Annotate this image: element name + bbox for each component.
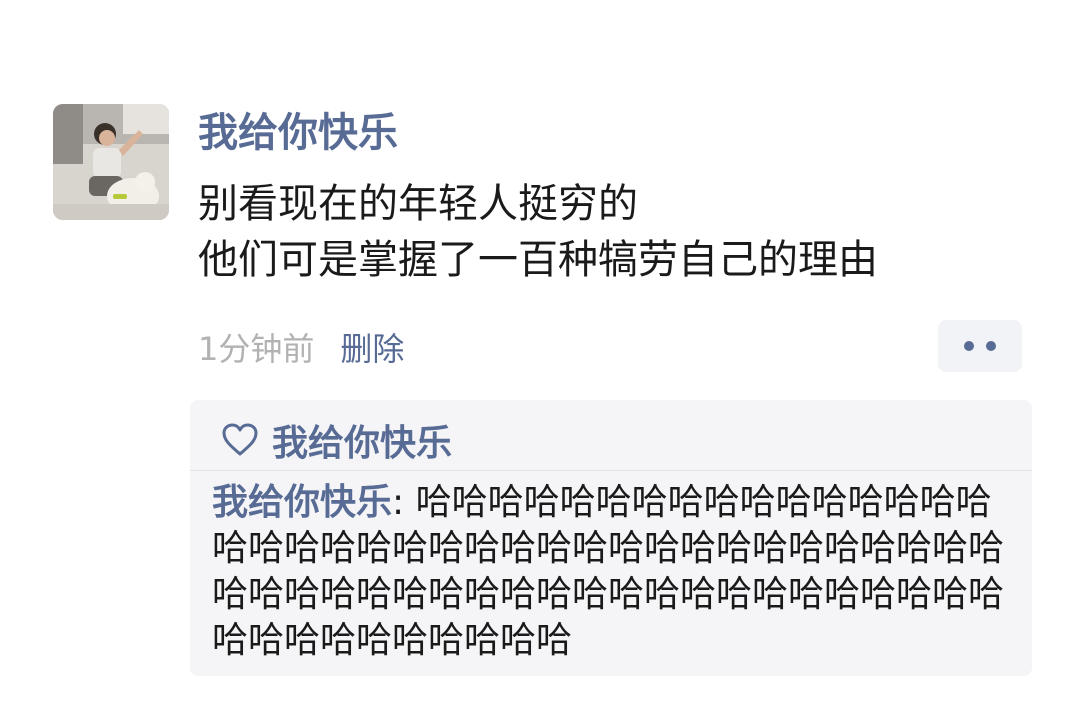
comment-author[interactable]: 我给你快乐 [212,482,392,523]
feedback-panel: 我给你快乐 我给你快乐: 哈哈哈哈哈哈哈哈哈哈哈哈哈哈哈哈哈哈哈哈哈哈哈哈哈哈哈… [190,400,1032,676]
more-dots-icon [964,341,974,351]
comment-separator: : [392,482,416,523]
delete-button[interactable]: 删除 [340,324,404,370]
liker-name[interactable]: 我给你快乐 [272,414,452,466]
avatar-photo [53,104,169,220]
more-dots-icon [986,341,996,351]
heart-outline-icon [222,423,258,456]
more-actions-button[interactable] [938,320,1022,372]
avatar[interactable] [53,104,169,220]
post-content: 别看现在的年轻人挺穷的 他们可是掌握了一百种犒劳自己的理由 [198,176,1018,288]
post-content-line: 别看现在的年轻人挺穷的 [198,181,638,227]
comment-item[interactable]: 我给你快乐: 哈哈哈哈哈哈哈哈哈哈哈哈哈哈哈哈哈哈哈哈哈哈哈哈哈哈哈哈哈哈哈哈哈… [212,480,1008,664]
post-meta: 1分钟前 删除 [198,326,404,368]
likes-row: 我给你快乐 [220,410,452,470]
post-content-line: 他们可是掌握了一百种犒劳自己的理由 [198,237,878,283]
post-timestamp: 1分钟前 [198,330,315,368]
divider [190,470,1032,471]
post-author-name[interactable]: 我给你快乐 [198,107,398,159]
